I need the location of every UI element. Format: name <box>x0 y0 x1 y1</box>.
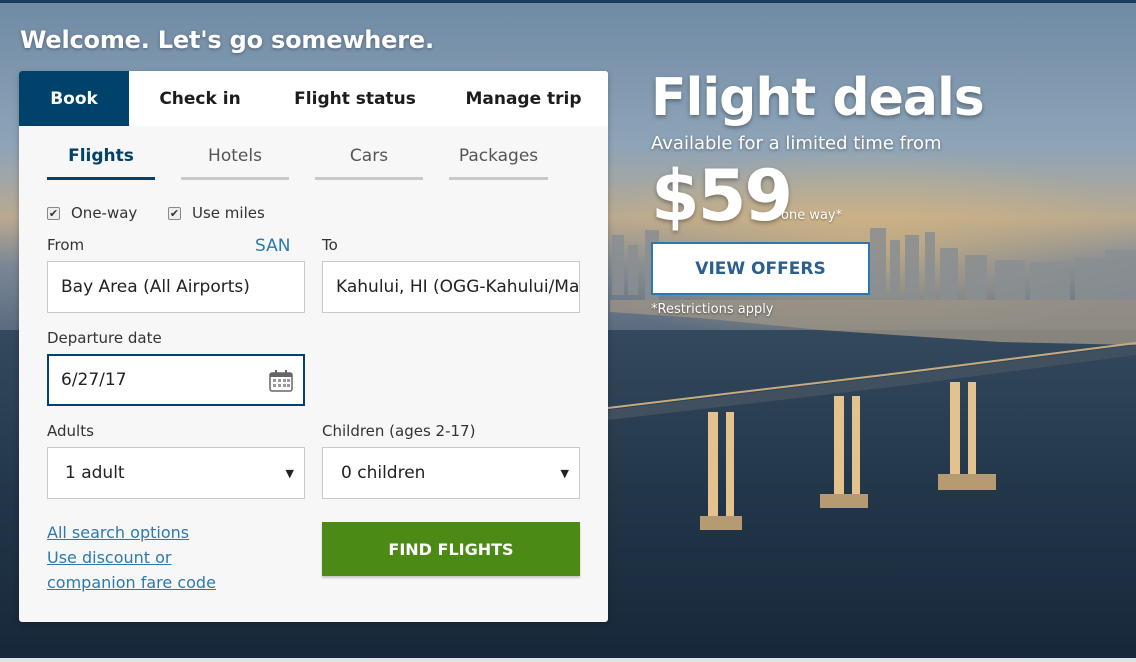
children-select[interactable]: 0 children ▼ <box>322 447 580 499</box>
welcome-heading: Welcome. Let's go somewhere. <box>20 26 434 54</box>
discount-code-link-line1[interactable]: Use discount or <box>47 548 172 567</box>
bottom-border <box>0 658 1136 662</box>
children-label: Children (ages 2-17) <box>322 422 476 440</box>
view-offers-button[interactable]: VIEW OFFERS <box>651 242 870 295</box>
deals-price: $59 <box>651 155 793 237</box>
subtab-cars[interactable]: Cars <box>315 144 423 180</box>
departure-date-label: Departure date <box>47 329 162 347</box>
subtab-hotels[interactable]: Hotels <box>181 144 289 180</box>
use-miles-option[interactable]: ✔ Use miles <box>168 204 265 222</box>
subtab-flights[interactable]: Flights <box>47 144 155 180</box>
subtab-packages[interactable]: Packages <box>449 144 548 180</box>
restrictions-note: *Restrictions apply <box>651 302 774 317</box>
all-search-options-link[interactable]: All search options <box>47 523 189 542</box>
adults-label: Adults <box>47 422 94 440</box>
calendar-icon[interactable] <box>269 370 293 397</box>
deals-price-suffix: one way* <box>781 208 843 223</box>
main-tabs: Book Check in Flight status Manage trip <box>19 71 608 126</box>
adults-select[interactable]: 1 adult ▼ <box>47 447 305 499</box>
find-flights-button[interactable]: FIND FLIGHTS <box>322 522 580 576</box>
deals-title: Flight deals <box>651 68 985 128</box>
one-way-checkbox[interactable]: ✔ <box>47 206 60 220</box>
tab-check-in[interactable]: Check in <box>129 71 271 126</box>
from-label: From <box>47 236 85 254</box>
tab-book[interactable]: Book <box>19 71 129 126</box>
one-way-option[interactable]: ✔ One-way <box>47 204 137 222</box>
departure-date-value: 6/27/17 <box>61 370 127 390</box>
from-airport-code: SAN <box>255 236 291 256</box>
adults-value: 1 adult <box>65 463 125 483</box>
use-miles-label: Use miles <box>192 204 265 222</box>
departure-date-input[interactable]: 6/27/17 <box>47 354 305 406</box>
one-way-label: One-way <box>71 204 138 222</box>
children-value: 0 children <box>341 463 426 483</box>
use-miles-checkbox[interactable]: ✔ <box>168 206 181 220</box>
tab-manage-trip[interactable]: Manage trip <box>439 71 608 126</box>
tab-flight-status[interactable]: Flight status <box>271 71 439 126</box>
to-label: To <box>322 236 338 254</box>
deals-subtitle: Available for a limited time from <box>651 133 942 154</box>
from-input[interactable]: Bay Area (All Airports) <box>47 261 305 313</box>
discount-code-link-line2[interactable]: companion fare code <box>47 573 216 592</box>
adults-dropdown-arrow-icon: ▼ <box>285 467 294 480</box>
children-dropdown-arrow-icon: ▼ <box>560 467 569 480</box>
to-input[interactable]: Kahului, HI (OGG-Kahului/Maui) <box>322 261 580 313</box>
booking-widget: Book Check in Flight status Manage trip … <box>19 71 608 622</box>
